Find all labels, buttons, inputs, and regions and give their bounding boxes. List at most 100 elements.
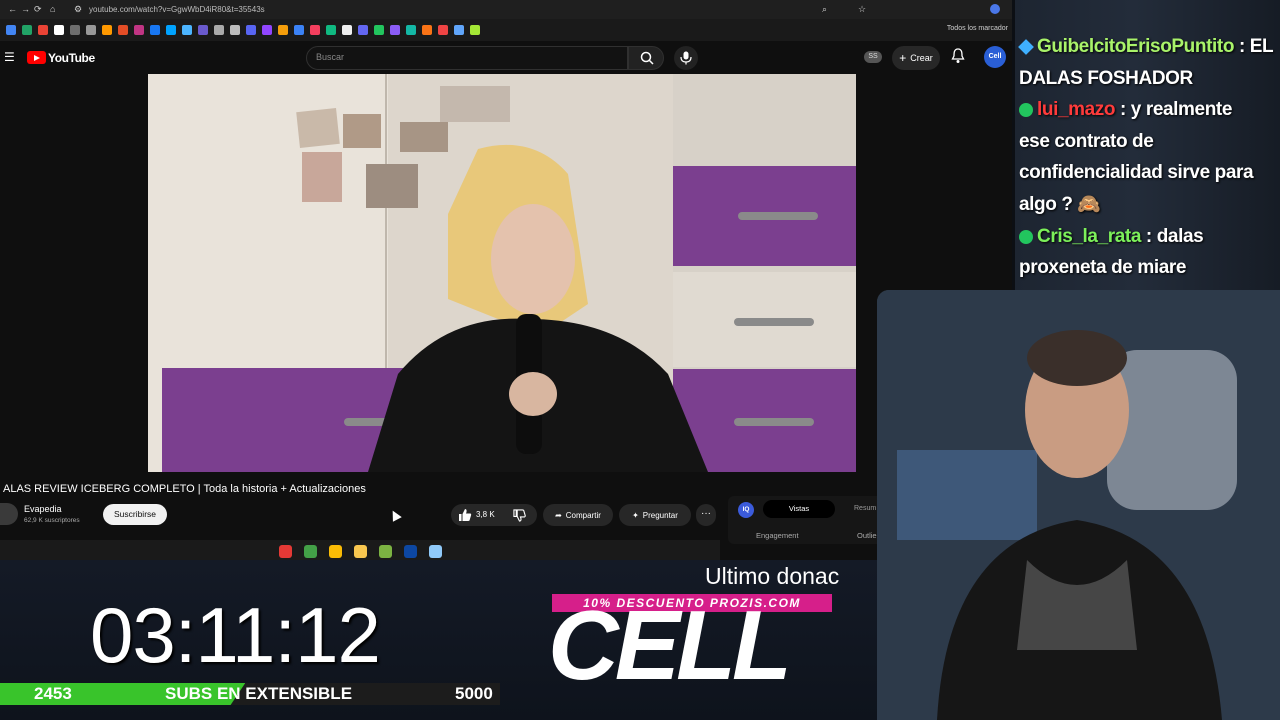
forward-icon[interactable]: → bbox=[21, 4, 30, 14]
share-button[interactable]: ➦ Compartir bbox=[543, 504, 613, 526]
bookmark-icon[interactable] bbox=[70, 25, 80, 35]
search-button[interactable] bbox=[628, 46, 664, 70]
home-icon[interactable]: ⌂ bbox=[50, 4, 55, 14]
site-info-icon[interactable]: ⚙ bbox=[74, 4, 82, 15]
video-frame bbox=[148, 74, 856, 472]
all-bookmarks[interactable]: Todos los marcador bbox=[947, 25, 1008, 32]
bookmark-icon[interactable] bbox=[342, 25, 352, 35]
channel-avatar[interactable] bbox=[0, 503, 18, 525]
outlier-label: Outlie bbox=[857, 531, 877, 540]
taskbar-app-icon[interactable] bbox=[278, 544, 292, 558]
bookmark-icon[interactable] bbox=[390, 25, 400, 35]
chat-message-line: GuibelcitoErisoPuntito : EL bbox=[1018, 31, 1274, 63]
taskbar-app-icon[interactable] bbox=[353, 544, 367, 558]
bookmark-icon[interactable] bbox=[262, 25, 272, 35]
bookmark-icon[interactable] bbox=[134, 25, 144, 35]
back-icon[interactable]: ← bbox=[8, 4, 17, 14]
taskbar-app-icon[interactable] bbox=[303, 544, 317, 558]
bookmark-icon[interactable] bbox=[230, 25, 240, 35]
bookmark-icon[interactable] bbox=[22, 25, 32, 35]
sparkle-icon: ✦ bbox=[632, 510, 639, 520]
bookmark-icon[interactable] bbox=[326, 25, 336, 35]
taskbar-app-icon[interactable] bbox=[403, 544, 417, 558]
taskbar-app-icon[interactable] bbox=[378, 544, 392, 558]
profile-icon[interactable] bbox=[990, 4, 1000, 14]
voice-search-button[interactable] bbox=[674, 46, 698, 70]
tab-views[interactable]: Vistas bbox=[763, 500, 835, 518]
reload-icon[interactable]: ⟳ bbox=[34, 4, 42, 15]
webcam-feed bbox=[877, 290, 1280, 720]
taskbar-app-icon[interactable] bbox=[328, 544, 342, 558]
bookmark-icon[interactable] bbox=[54, 25, 64, 35]
bookmark-icon[interactable] bbox=[246, 25, 256, 35]
browser-window: ← → ⟳ ⌂ ⚙ youtube.com/watch?v=GgwWbD4iR8… bbox=[0, 0, 1012, 560]
ss-badge[interactable]: SS bbox=[864, 51, 882, 63]
bookmark-icon[interactable] bbox=[86, 25, 96, 35]
taskbar-app-icon[interactable] bbox=[428, 544, 442, 558]
bookmark-icon[interactable] bbox=[374, 25, 384, 35]
more-actions-button[interactable]: ··· bbox=[696, 504, 716, 526]
bookmark-icon[interactable] bbox=[182, 25, 192, 35]
bookmark-icon[interactable] bbox=[166, 25, 176, 35]
chat-text: DALAS FOSHADOR bbox=[1019, 67, 1193, 89]
bookmark-icon[interactable] bbox=[150, 25, 160, 35]
chat-message-line: algo ? 🙈 bbox=[1019, 189, 1101, 221]
bookmark-icon[interactable] bbox=[454, 25, 464, 35]
chat-username[interactable]: Cris_la_rata bbox=[1037, 226, 1141, 247]
bookmarks-bar bbox=[0, 19, 1012, 41]
bookmark-icon[interactable] bbox=[422, 25, 432, 35]
chat-message-line: proxeneta de miare bbox=[1019, 252, 1186, 284]
search-icon bbox=[640, 51, 654, 65]
bookmark-icon[interactable] bbox=[6, 25, 16, 35]
thumbs-down-icon[interactable] bbox=[513, 509, 526, 522]
verified-badge-icon bbox=[1019, 103, 1033, 118]
subscribe-button[interactable]: Suscribirse bbox=[103, 504, 167, 525]
chat-text: algo ? 🙈 bbox=[1019, 194, 1101, 215]
chat-text: : dalas bbox=[1145, 225, 1204, 247]
like-count: 3,8 K bbox=[476, 510, 495, 519]
zoom-icon[interactable]: ⌕ bbox=[822, 4, 827, 15]
chat-text: confidencialidad sirve para bbox=[1019, 162, 1254, 184]
chat-text: : y realmente bbox=[1120, 99, 1233, 121]
create-button[interactable]: + Crear bbox=[892, 46, 940, 70]
bookmark-icon[interactable] bbox=[214, 25, 224, 35]
search-input[interactable]: Buscar bbox=[316, 52, 344, 62]
thumbs-up-icon[interactable] bbox=[458, 508, 472, 522]
share-icon: ➦ bbox=[555, 510, 562, 520]
chat-text: ese contrato de bbox=[1019, 130, 1154, 152]
bookmark-icon[interactable] bbox=[38, 25, 48, 35]
chat-username[interactable]: lui_mazo bbox=[1037, 99, 1116, 120]
bookmark-icon[interactable] bbox=[470, 25, 480, 35]
bookmark-icon[interactable] bbox=[102, 25, 112, 35]
chat-message-line: Cris_la_rata : dalas bbox=[1019, 221, 1204, 253]
bookmark-icon[interactable] bbox=[310, 25, 320, 35]
chat-username[interactable]: GuibelcitoErisoPuntito bbox=[1037, 36, 1234, 57]
ask-button[interactable]: ✦ Preguntar bbox=[619, 504, 691, 526]
bookmark-icon[interactable] bbox=[278, 25, 288, 35]
bookmark-icon[interactable] bbox=[294, 25, 304, 35]
tab-summary[interactable]: Resum bbox=[854, 505, 876, 512]
video-player[interactable] bbox=[148, 74, 856, 472]
subs-current: 2453 bbox=[34, 684, 72, 703]
avatar[interactable]: Cell bbox=[984, 46, 1006, 68]
bookmark-icon[interactable] bbox=[358, 25, 368, 35]
share-label: Compartir bbox=[565, 510, 601, 520]
menu-icon[interactable]: ☰ bbox=[4, 50, 15, 64]
search-box[interactable] bbox=[306, 46, 628, 70]
bookmark-icon[interactable] bbox=[406, 25, 416, 35]
extension-logo-icon[interactable]: IQ bbox=[738, 502, 754, 518]
mouse-cursor bbox=[388, 508, 402, 522]
bookmark-icon[interactable] bbox=[198, 25, 208, 35]
plus-icon: + bbox=[899, 51, 907, 65]
chat-message-line: ese contrato de bbox=[1019, 126, 1154, 158]
chat-message-line: lui_mazo : y realmente bbox=[1019, 94, 1232, 126]
bookmark-icon[interactable] bbox=[438, 25, 448, 35]
bookmark-icon[interactable] bbox=[118, 25, 128, 35]
channel-name[interactable]: Evapedia bbox=[24, 504, 62, 514]
star-icon[interactable]: ☆ bbox=[858, 4, 866, 15]
bell-icon[interactable] bbox=[951, 48, 965, 64]
youtube-logo-text[interactable]: YouTube bbox=[48, 51, 95, 65]
address-bar[interactable]: youtube.com/watch?v=GgwWbD4iR80&t=35543s bbox=[89, 5, 265, 14]
youtube-logo-icon[interactable] bbox=[27, 51, 46, 64]
create-label: Crear bbox=[910, 53, 933, 63]
